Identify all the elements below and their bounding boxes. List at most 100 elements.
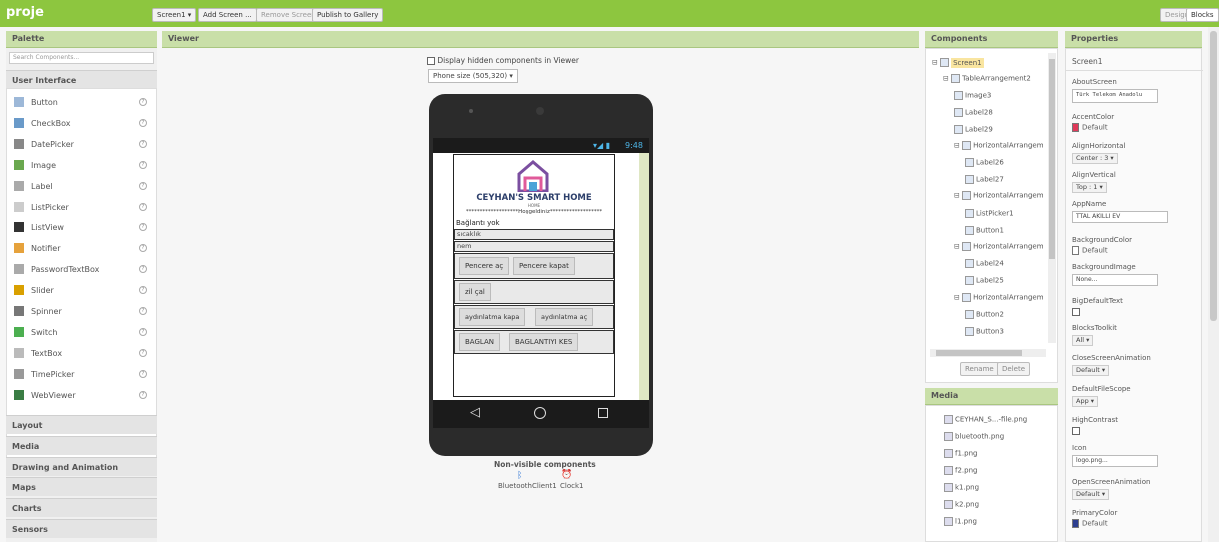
about-screen-field[interactable]: Türk Telekom Anadolu <box>1072 89 1158 103</box>
remove-screen-button[interactable]: Remove Screen <box>256 8 321 22</box>
light-off-button[interactable]: aydınlatma kapa <box>459 308 526 326</box>
publish-gallery-button[interactable]: Publish to Gallery <box>312 8 384 22</box>
help-icon[interactable]: ? <box>139 202 147 211</box>
recents-icon[interactable] <box>598 408 608 418</box>
media-file[interactable]: k2.png <box>944 500 979 509</box>
components-hscroll[interactable] <box>930 349 1046 357</box>
rename-button[interactable]: Rename <box>960 362 999 376</box>
palette-item-notifier[interactable]: Notifier? <box>7 239 158 259</box>
collapse-icon[interactable]: ⊟ <box>932 59 940 67</box>
align-horizontal-select[interactable]: Center : 3 ▾ <box>1072 153 1118 164</box>
clock-component-label[interactable]: Clock1 <box>560 482 583 490</box>
home-icon[interactable] <box>534 407 546 419</box>
media-file[interactable]: l1.png <box>944 517 977 526</box>
help-icon[interactable]: ? <box>139 307 147 315</box>
category-drawing-and-animation[interactable]: Drawing and Animation <box>6 456 157 476</box>
palette-item-slider[interactable]: Slider? <box>7 281 158 301</box>
component-node[interactable]: Button2 <box>965 310 1004 319</box>
component-node[interactable]: ⊟ HorizontalArrangem <box>954 191 1044 200</box>
media-file[interactable]: f1.png <box>944 449 977 458</box>
hidden-components-toggle[interactable]: Display hidden components in Viewer <box>427 56 579 65</box>
component-node[interactable]: Label24 <box>965 259 1004 268</box>
component-node[interactable]: ⊟ HorizontalArrangem <box>954 141 1044 150</box>
palette-item-listpicker[interactable]: ListPicker? <box>7 198 158 218</box>
window-close-button[interactable]: Pencere kapat <box>513 257 575 275</box>
big-default-text-checkbox[interactable] <box>1072 308 1080 316</box>
collapse-icon[interactable]: ⊟ <box>954 294 962 302</box>
category-charts[interactable]: Charts <box>6 498 157 518</box>
category-user-interface[interactable]: User Interface <box>6 70 157 89</box>
palette-search-input[interactable]: Search Components... <box>9 52 154 64</box>
background-image-field[interactable]: None... <box>1072 274 1158 286</box>
media-file[interactable]: CEYHAN_S...-file.png <box>944 415 1027 424</box>
help-icon[interactable]: ? <box>139 390 147 399</box>
background-color-value[interactable]: Default <box>1072 246 1108 255</box>
category-maps[interactable]: Maps <box>6 477 157 497</box>
phone-size-select[interactable]: Phone size (505,320) ▾ <box>428 69 518 83</box>
category-media[interactable]: Media <box>6 435 157 455</box>
help-icon[interactable]: ? <box>139 160 147 169</box>
component-node[interactable]: ListPicker1 <box>965 209 1014 218</box>
page-scrollbar[interactable] <box>1208 27 1219 542</box>
back-icon[interactable]: ◁ <box>470 405 480 420</box>
palette-item-passwordtextbox[interactable]: PasswordTextBox? <box>7 260 158 280</box>
help-icon[interactable]: ? <box>139 98 147 106</box>
disconnect-button[interactable]: BAGLANTIYI KES <box>509 333 579 351</box>
help-icon[interactable]: ? <box>139 348 147 357</box>
palette-item-switch[interactable]: Switch? <box>7 323 158 343</box>
icon-field[interactable]: logo.png... <box>1072 455 1158 467</box>
palette-item-textbox[interactable]: TextBox? <box>7 344 158 364</box>
light-on-button[interactable]: aydınlatma aç <box>535 308 594 326</box>
palette-item-listview[interactable]: ListView? <box>7 218 158 238</box>
accent-color-value[interactable]: Default <box>1072 123 1108 132</box>
high-contrast-checkbox[interactable] <box>1072 427 1080 435</box>
close-animation-select[interactable]: Default ▾ <box>1072 365 1110 376</box>
help-icon[interactable]: ? <box>139 118 147 127</box>
add-screen-button[interactable]: Add Screen ... <box>198 8 257 22</box>
media-file[interactable]: f2.png <box>944 466 977 475</box>
component-node[interactable]: Image3 <box>954 91 991 100</box>
category-layout[interactable]: Layout <box>6 415 157 434</box>
component-node[interactable]: Label26 <box>965 158 1004 167</box>
help-icon[interactable]: ? <box>139 369 147 378</box>
palette-item-spinner[interactable]: Spinner? <box>7 302 158 322</box>
app-name-field[interactable]: TTAL AKILLI EV <box>1072 211 1168 223</box>
component-node[interactable]: Label25 <box>965 276 1004 285</box>
help-icon[interactable]: ? <box>139 286 147 295</box>
components-scrollbar[interactable] <box>1048 53 1056 343</box>
component-node[interactable]: ⊟ HorizontalArrangem <box>954 242 1044 251</box>
help-icon[interactable]: ? <box>139 327 147 336</box>
component-node[interactable]: Button1 <box>965 226 1004 235</box>
bell-button[interactable]: zil çal <box>459 283 491 301</box>
collapse-icon[interactable]: ⊟ <box>954 142 962 150</box>
collapse-icon[interactable]: ⊟ <box>954 243 962 251</box>
blocks-toolkit-select[interactable]: All ▾ <box>1072 335 1094 346</box>
file-scope-select[interactable]: App ▾ <box>1072 396 1099 407</box>
palette-item-timepicker[interactable]: TimePicker? <box>7 365 158 385</box>
component-node[interactable]: Label28 <box>954 108 993 117</box>
collapse-icon[interactable]: ⊟ <box>943 75 951 83</box>
component-node[interactable]: ⊟ Screen1 <box>932 57 984 68</box>
media-file[interactable]: k1.png <box>944 483 979 492</box>
project-name[interactable]: proje <box>6 5 44 20</box>
help-icon[interactable]: ? <box>139 223 147 232</box>
palette-item-label[interactable]: Label? <box>7 177 158 197</box>
component-node[interactable]: ⊟ HorizontalArrangem <box>954 293 1044 302</box>
connect-button[interactable]: BAGLAN <box>459 333 500 351</box>
palette-item-checkbox[interactable]: CheckBox? <box>7 114 158 134</box>
category-sensors[interactable]: Sensors <box>6 519 157 538</box>
palette-item-datepicker[interactable]: DatePicker? <box>7 135 158 155</box>
component-node[interactable]: ⊟ TableArrangement2 <box>943 74 1031 83</box>
palette-item-webviewer[interactable]: WebViewer? <box>7 386 158 406</box>
hidden-checkbox[interactable] <box>427 57 435 65</box>
delete-button[interactable]: Delete <box>997 362 1030 376</box>
media-file[interactable]: bluetooth.png <box>944 432 1004 441</box>
help-icon[interactable]: ? <box>139 139 147 148</box>
open-animation-select[interactable]: Default ▾ <box>1072 489 1110 500</box>
component-node[interactable]: Label27 <box>965 175 1004 184</box>
palette-item-button[interactable]: Button? <box>7 93 158 113</box>
help-icon[interactable]: ? <box>139 244 147 253</box>
window-open-button[interactable]: Pencere aç <box>459 257 510 275</box>
blocks-button[interactable]: Blocks <box>1186 8 1219 22</box>
primary-color-value[interactable]: Default <box>1072 519 1108 528</box>
